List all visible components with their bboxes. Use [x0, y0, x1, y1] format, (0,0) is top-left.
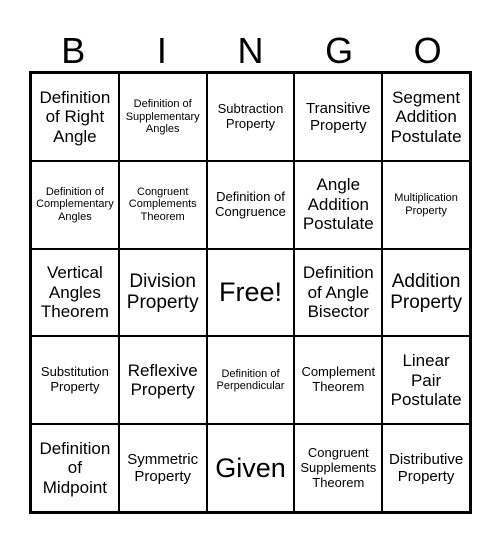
bingo-cell[interactable]: Symmetric Property	[118, 424, 207, 512]
header-letter-n: N	[237, 30, 264, 71]
bingo-cell[interactable]: Division Property	[118, 248, 207, 337]
bingo-cell[interactable]: Reflexive Property	[118, 336, 207, 425]
bingo-cell[interactable]: Multiplication Property	[382, 160, 470, 249]
header-letter-o: O	[413, 30, 442, 71]
bingo-cell[interactable]: Angle Addition Postulate	[294, 160, 383, 249]
bingo-cell[interactable]: Definition of Midpoint	[31, 424, 119, 512]
bingo-cell[interactable]: Segment Addition Postulate	[382, 73, 470, 161]
bingo-cell[interactable]: Definition of Complementary Angles	[31, 160, 119, 249]
bingo-cell[interactable]: Given	[206, 424, 295, 512]
bingo-cell[interactable]: Vertical Angles Theorem	[31, 248, 119, 337]
bingo-cell[interactable]: Subtraction Property	[206, 73, 295, 161]
bingo-grid: Definition of Right Angle Definition of …	[29, 71, 472, 514]
bingo-cell[interactable]: Congruent Complements Theorem	[118, 160, 207, 249]
bingo-cell[interactable]: Definition of Angle Bisector	[294, 248, 383, 337]
bingo-cell[interactable]: Definition of Congruence	[206, 160, 295, 249]
bingo-cell[interactable]: Definition of Right Angle	[31, 73, 119, 161]
bingo-cell[interactable]: Distributive Property	[382, 424, 470, 512]
bingo-cell[interactable]: Definition of Perpendicular	[206, 336, 295, 425]
bingo-header: B I N G O	[29, 30, 472, 72]
bingo-cell[interactable]: Congruent Supplements Theorem	[294, 424, 383, 512]
bingo-cell[interactable]: Transitive Property	[294, 73, 383, 161]
bingo-cell[interactable]: Complement Theorem	[294, 336, 383, 425]
header-letter-b: B	[61, 30, 86, 71]
bingo-cell[interactable]: Definition of Supplementary Angles	[118, 73, 207, 161]
bingo-cell[interactable]: Addition Property	[382, 248, 470, 337]
bingo-cell-free[interactable]: Free!	[206, 248, 295, 337]
header-letter-g: G	[325, 30, 354, 71]
bingo-cell[interactable]: Substitution Property	[31, 336, 119, 425]
header-letter-i: I	[156, 30, 167, 71]
bingo-cell[interactable]: Linear Pair Postulate	[382, 336, 470, 425]
